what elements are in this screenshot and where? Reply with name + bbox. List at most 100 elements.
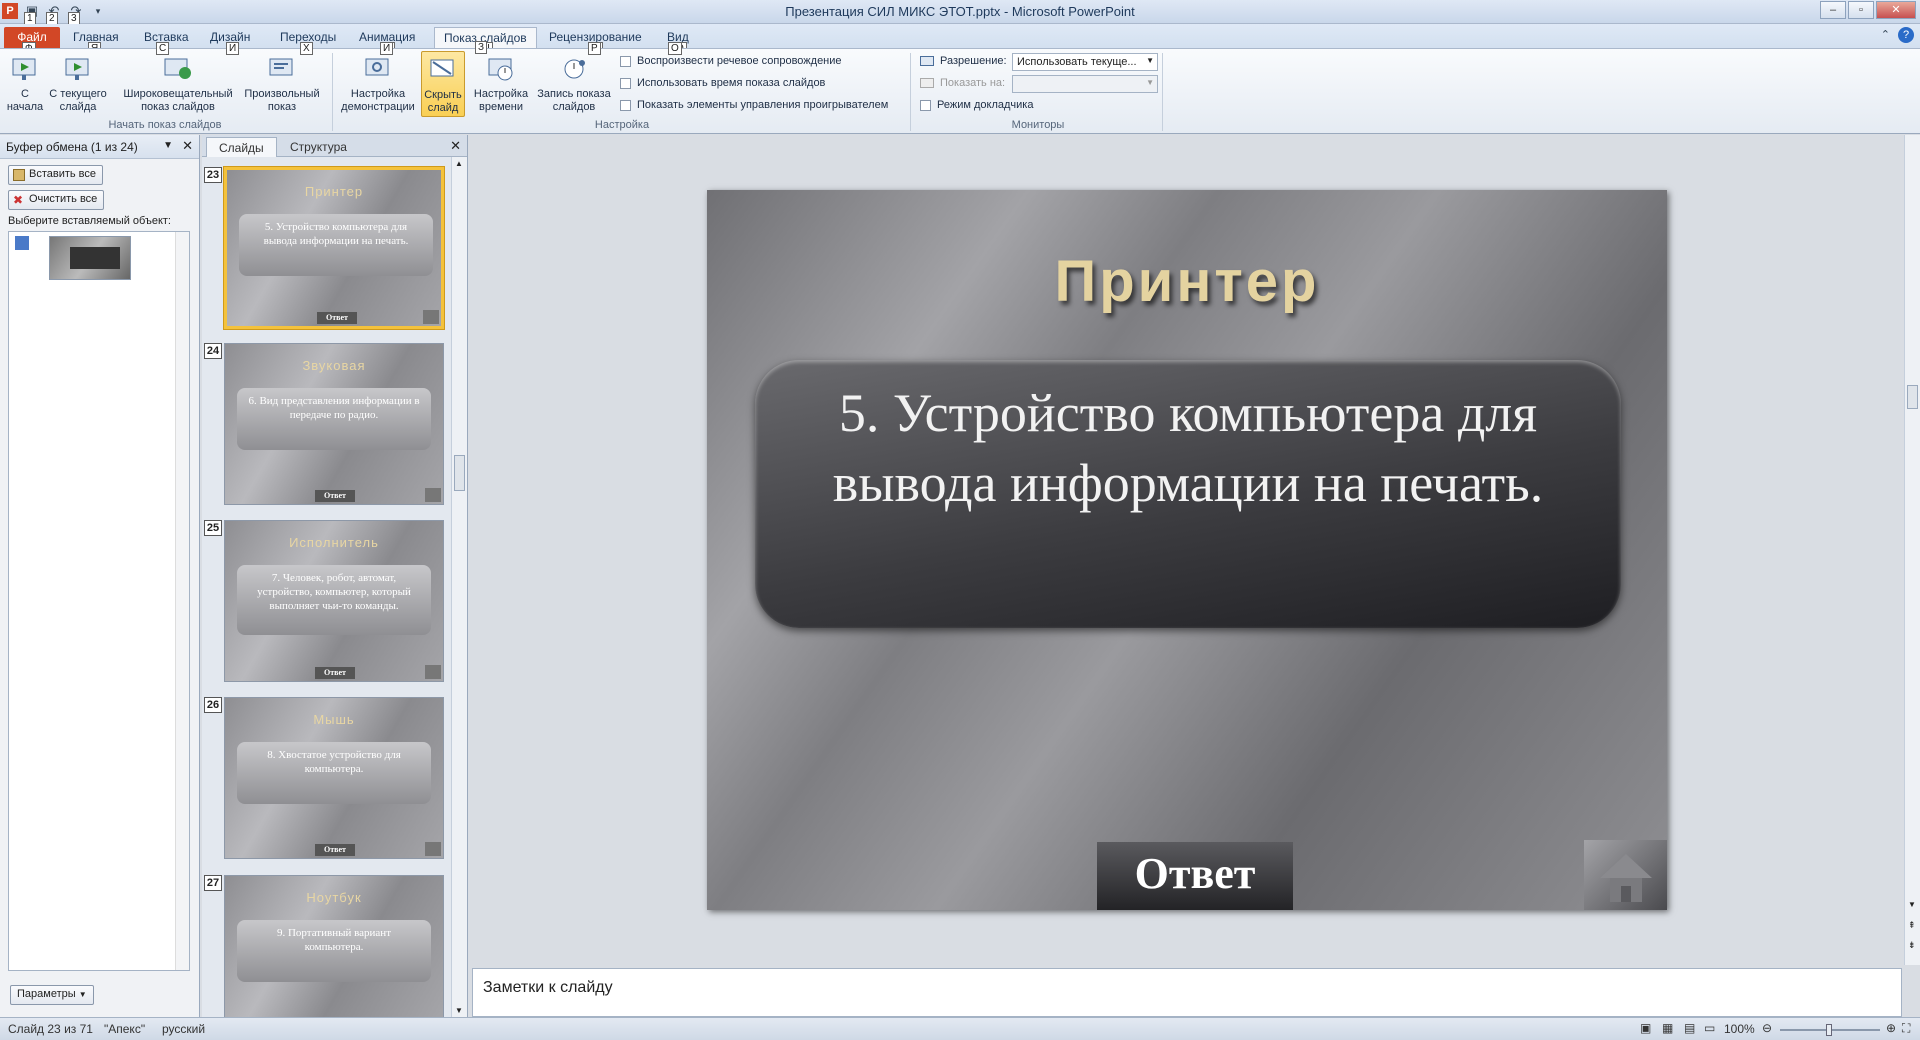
paste-all-label: Вставить все (29, 168, 97, 180)
ribbon-tabs: Файл Главная Вставка Дизайн Переходы Ани… (0, 24, 1920, 55)
close-button[interactable]: ✕ (1876, 1, 1916, 19)
options-label: Параметры (17, 988, 76, 1000)
record-icon (558, 53, 590, 85)
checkbox-box (920, 99, 931, 111)
clipboard-pane: Буфер обмена (1 из 24) ▼ ✕ Вставить все … (0, 135, 200, 1017)
hide-slide-button[interactable]: Скрыть слайд (421, 51, 465, 117)
close-pane-icon[interactable]: ✕ (182, 138, 193, 154)
slide-thumbnail[interactable]: Исполнитель 7. Человек, робот, автомат, … (224, 520, 444, 682)
help-icon[interactable]: ? (1898, 27, 1914, 43)
setup-show-icon (362, 53, 394, 85)
clipboard-item-list (8, 231, 190, 971)
paste-all-button[interactable]: Вставить все (8, 165, 104, 185)
question-box[interactable]: 5. Устройство компьютера для вывода инфо… (755, 360, 1621, 628)
slide-thumbnail[interactable]: Мышь 8. Хвостатое устройство для компьют… (224, 697, 444, 859)
scroll-up-icon[interactable]: ▲ (455, 159, 463, 168)
tab-outline[interactable]: Структура (278, 137, 359, 157)
clipboard-item[interactable] (49, 236, 131, 280)
scroll-thumb[interactable] (454, 455, 465, 491)
rehearse-timings-button[interactable]: Настройка времени (470, 53, 532, 114)
hide-slide-label: Скрыть слайд (424, 89, 462, 114)
slide-show-view-icon[interactable]: ▭ (1704, 1021, 1715, 1035)
current-slide[interactable]: Принтер 5. Устройство компьютера для выв… (707, 190, 1667, 910)
custom-show-button[interactable]: Произвольный показ (240, 53, 324, 114)
scroll-down-icon[interactable]: ▼ (1908, 900, 1916, 909)
minimize-button[interactable]: – (1820, 1, 1846, 19)
thumb-title: Звуковая (302, 358, 366, 373)
zoom-in-icon[interactable]: ⊕ (1886, 1021, 1896, 1035)
setup-show-label: Настройка демонстрации (341, 88, 415, 113)
broadcast-button[interactable]: Широковещательный показ слайдов (118, 53, 238, 114)
close-panel-icon[interactable]: ✕ (450, 138, 461, 154)
home-icon (425, 488, 441, 502)
theme-name: "Апекс" (104, 1022, 146, 1036)
home-icon (1600, 854, 1652, 902)
clipboard-header: Буфер обмена (1 из 24) ▼ ✕ (0, 135, 199, 159)
minimize-ribbon-icon[interactable]: ⌃ (1881, 28, 1890, 41)
home-button[interactable] (1584, 840, 1667, 910)
window-title: Презентация СИЛ МИКС ЭТОТ.pptx - Microso… (785, 4, 1135, 19)
scroll-down-icon[interactable]: ▼ (455, 1006, 463, 1015)
slides-panel: Слайды Структура ✕ 23 Принтер 5. Устройс… (202, 135, 468, 1017)
pane-menu-icon[interactable]: ▼ (163, 140, 173, 151)
keytip-custom-show-alt: Х (300, 42, 313, 55)
zoom-slider-thumb[interactable] (1826, 1024, 1832, 1036)
show-controls-checkbox[interactable]: Показать элементы управления проигрывате… (620, 99, 888, 111)
powerpoint-item-icon (15, 236, 29, 250)
custom-show-label: Произвольный показ (244, 88, 320, 113)
from-start-label: С начала (6, 88, 44, 113)
clipboard-scrollbar[interactable] (175, 232, 189, 970)
from-current-button[interactable]: С текущего слайда (48, 53, 108, 114)
use-timings-checkbox[interactable]: Использовать время показа слайдов (620, 77, 825, 89)
hide-slide-icon (427, 54, 459, 86)
maximize-button[interactable]: ▫ (1848, 1, 1874, 19)
options-button[interactable]: Параметры ▼ (10, 985, 94, 1005)
language-indicator[interactable]: русский (162, 1022, 205, 1036)
slides-panel-tabs: Слайды Структура ✕ (202, 135, 467, 157)
monitor-icon (920, 78, 934, 88)
group-separator (910, 53, 911, 131)
resolution-select[interactable]: Использовать текуще... ▼ (1012, 53, 1158, 71)
keytip-custom-show: И (226, 42, 240, 55)
slides-scrollbar[interactable]: ▲ ▼ (451, 157, 467, 1017)
fit-to-window-icon[interactable]: ⛶ (1902, 1021, 1910, 1036)
presenter-view-checkbox[interactable]: Режим докладчика (920, 99, 1033, 111)
next-slide-icon[interactable]: ⇟ (1908, 940, 1916, 951)
zoom-level[interactable]: 100% (1724, 1022, 1755, 1036)
play-narration-checkbox[interactable]: Воспроизвести речевое сопровождение (620, 55, 842, 67)
custom-show-icon (266, 53, 298, 85)
answer-button[interactable]: Ответ (1097, 842, 1293, 910)
scroll-thumb[interactable] (1907, 385, 1918, 409)
clear-all-button[interactable]: ✖ Очистить все (8, 190, 105, 210)
setup-show-button[interactable]: Настройка демонстрации (336, 53, 420, 114)
normal-view-icon[interactable]: ▣ (1640, 1021, 1651, 1035)
zoom-slider[interactable] (1780, 1024, 1880, 1036)
checkbox-box (620, 77, 631, 89)
slide-thumbnail[interactable]: Ноутбук 9. Портативный вариант компьютер… (224, 875, 444, 1017)
editor-scrollbar[interactable]: ▼ ⇞ ⇟ (1904, 135, 1920, 965)
previous-slide-icon[interactable]: ⇞ (1908, 920, 1916, 931)
play-from-start-icon (9, 53, 41, 85)
tab-slides[interactable]: Слайды (206, 137, 277, 157)
ribbon: С начала С текущего слайда Широковещател… (0, 41, 1920, 134)
slide-number: 25 (204, 520, 222, 536)
reading-view-icon[interactable]: ▤ (1684, 1021, 1695, 1035)
checkbox-box (620, 55, 631, 67)
slide-sorter-icon[interactable]: ▦ (1662, 1021, 1673, 1035)
home-icon (425, 665, 441, 679)
keytip-rehearse: З (475, 41, 488, 54)
slide-thumbnail[interactable]: Принтер 5. Устройство компьютера для выв… (224, 167, 444, 329)
zoom-out-icon[interactable]: ⊖ (1762, 1021, 1772, 1035)
thumb-answer-button: Ответ (315, 667, 355, 679)
keytip-setup-show: И (380, 42, 394, 55)
keytip-broadcast: С (156, 42, 170, 55)
home-icon (423, 310, 439, 324)
slide-title[interactable]: Принтер (707, 248, 1667, 315)
show-on-select: ▼ (1012, 75, 1158, 93)
record-show-button[interactable]: Запись показа слайдов (534, 53, 614, 114)
slide-thumbnail[interactable]: Звуковая 6. Вид представления информации… (224, 343, 444, 505)
title-bar: P ▣ ↶ ↷ ▾ 1 2 3 Презентация СИЛ МИКС ЭТО… (0, 0, 1920, 25)
from-start-button[interactable]: С начала (4, 53, 46, 114)
clipboard-title: Буфер обмена (1 из 24) (6, 140, 138, 154)
notes-pane[interactable]: Заметки к слайду (472, 968, 1902, 1017)
